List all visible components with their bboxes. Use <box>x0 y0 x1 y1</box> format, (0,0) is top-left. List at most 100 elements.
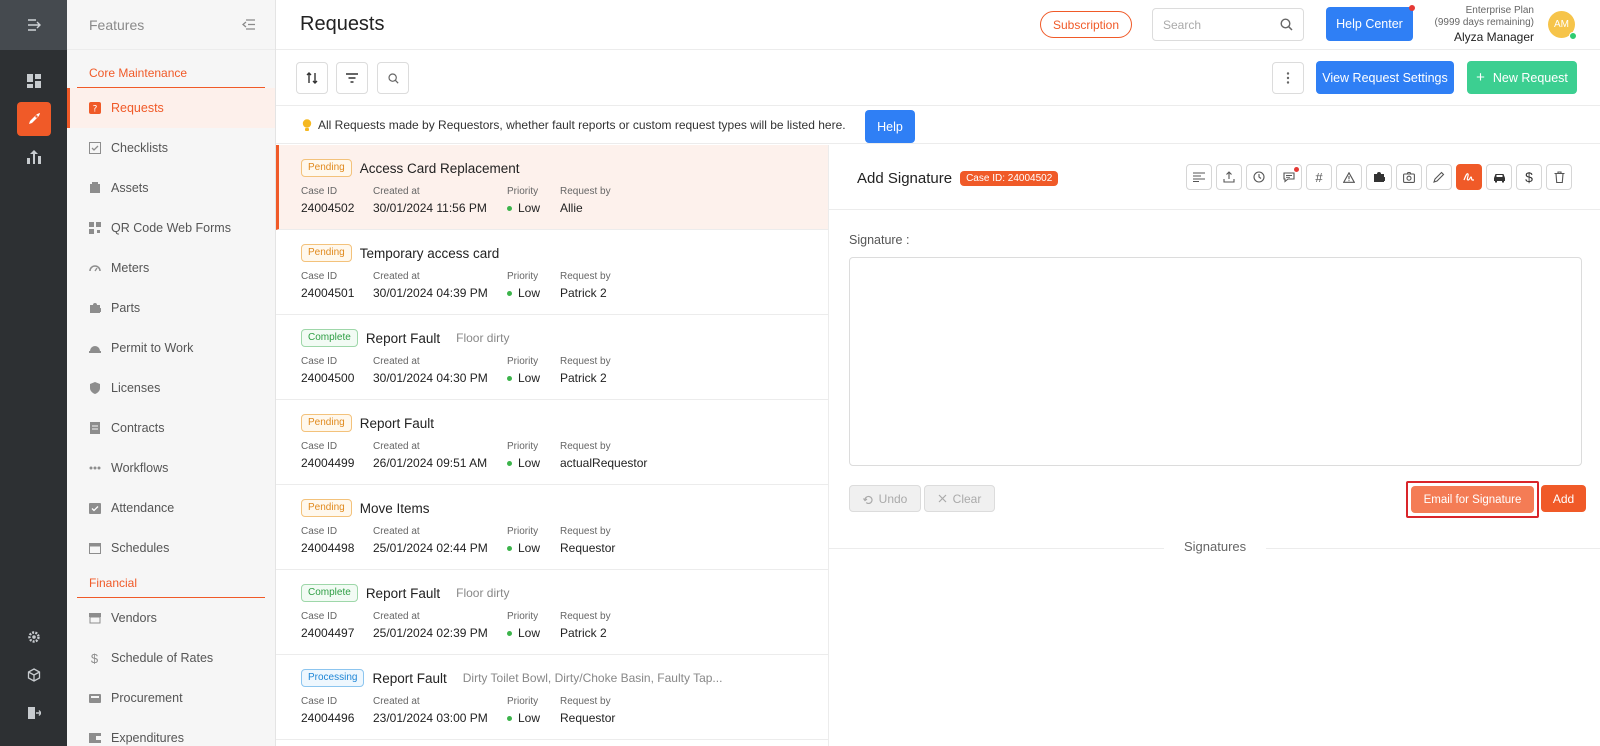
filter-button[interactable] <box>336 62 368 94</box>
request-list-item[interactable]: Pending Report Fault Case ID 24004499 Cr… <box>276 400 828 485</box>
add-signature-button[interactable]: Add <box>1541 485 1586 512</box>
sidebar-item-licenses[interactable]: Licenses <box>67 368 275 408</box>
camera-tab-button[interactable] <box>1396 164 1422 190</box>
request-list-item[interactable]: Complete Report Fault Floor dirty Case I… <box>276 315 828 400</box>
subscription-button[interactable]: Subscription <box>1040 11 1132 38</box>
sidebar-item-requests[interactable]: ? Requests <box>67 88 275 128</box>
priority-value: Low <box>518 711 541 725</box>
info-text-row: All Requests made by Requestors, whether… <box>302 118 846 132</box>
sidebar-item-contracts[interactable]: Contracts <box>67 408 275 448</box>
cube-icon <box>27 668 41 682</box>
page-title: Requests <box>300 13 385 35</box>
help-button[interactable]: Help <box>865 110 915 143</box>
priority-dot <box>507 205 512 211</box>
upload-tab-button[interactable] <box>1216 164 1242 190</box>
plan-info: Enterprise Plan (9999 days remaining) Al… <box>1416 5 1535 45</box>
vehicle-tab-button[interactable] <box>1486 164 1512 190</box>
sort-button[interactable] <box>296 62 328 94</box>
created-at-label: Created at <box>373 356 420 367</box>
search-input[interactable]: Search <box>1152 8 1304 41</box>
sidebar-section-core-maintenance: Core Maintenance <box>77 60 265 88</box>
pencil-icon <box>1433 171 1445 183</box>
shield-icon <box>88 382 101 395</box>
signature-tab-button[interactable] <box>1456 164 1482 190</box>
sidebar-item-parts[interactable]: Parts <box>67 288 275 328</box>
clear-button[interactable]: Clear <box>924 485 995 512</box>
priority-field: Priority Low <box>507 611 560 640</box>
sidebar-item-attendance[interactable]: Attendance <box>67 488 275 528</box>
email-for-signature-button[interactable]: Email for Signature <box>1411 486 1534 513</box>
priority-field: Priority Low <box>507 441 560 470</box>
sidebar-item-assets[interactable]: Assets <box>67 168 275 208</box>
created-at-field: Created at 30/01/2024 04:39 PM <box>373 271 507 300</box>
created-at-value: 30/01/2024 04:30 PM <box>373 371 488 385</box>
request-fields: Case ID 24004496 Created at 23/01/2024 0… <box>301 696 680 725</box>
created-at-field: Created at 25/01/2024 02:44 PM <box>373 526 507 555</box>
request-by-label: Request by <box>560 441 611 452</box>
faults-tab-button[interactable] <box>1336 164 1362 190</box>
request-tags: Floor dirty <box>456 586 510 600</box>
sidebar-item-qr-code-web-forms[interactable]: QR Code Web Forms <box>67 208 275 248</box>
sidebar-item-vendors[interactable]: Vendors <box>67 598 275 638</box>
case-id-value: 24004498 <box>301 541 355 555</box>
help-center-button[interactable]: Help Center <box>1326 5 1415 41</box>
priority-value: Low <box>518 456 541 470</box>
created-at-value: 25/01/2024 02:44 PM <box>373 541 488 555</box>
sidebar-item-permit-to-work[interactable]: Permit to Work <box>67 328 275 368</box>
svg-text:?: ? <box>92 105 97 115</box>
avatar[interactable]: AM <box>1548 11 1577 40</box>
sidebar-item-checklists[interactable]: Checklists <box>67 128 275 168</box>
rocket-icon <box>26 111 42 127</box>
sidebar-item-schedule-of-rates[interactable]: $ Schedule of Rates <box>67 638 275 678</box>
view-request-settings-button[interactable]: View Request Settings <box>1316 61 1454 94</box>
edit-tab-button[interactable] <box>1426 164 1452 190</box>
priority-field: Priority Low <box>507 526 560 555</box>
parts-tab-button[interactable] <box>1366 164 1392 190</box>
rail-analytics-button[interactable] <box>17 140 51 174</box>
sidebar-item-procurement[interactable]: Procurement <box>67 678 275 718</box>
status-badge: Complete <box>301 584 358 602</box>
request-list-item[interactable]: Complete Report Fault Floor dirty Case I… <box>276 570 828 655</box>
request-list-item[interactable]: Pending Move Items Case ID 24004498 Crea… <box>276 485 828 570</box>
sidebar-item-label: Licenses <box>111 381 161 395</box>
created-at-label: Created at <box>373 441 420 452</box>
request-by-field: Request by Allie <box>560 186 680 215</box>
toolbar-search-button[interactable] <box>377 62 409 94</box>
request-by-field: Request by Requestor <box>560 696 680 725</box>
cost-tab-button[interactable]: $ <box>1516 164 1542 190</box>
detail-header: Add Signature Case ID: 24004502 # $ <box>829 145 1600 210</box>
signature-pad[interactable] <box>849 257 1582 466</box>
new-request-button[interactable]: + New Request <box>1467 61 1577 94</box>
request-fields: Case ID 24004498 Created at 25/01/2024 0… <box>301 526 680 555</box>
request-list-item[interactable]: Pending Access Card Replacement Case ID … <box>276 145 828 230</box>
comments-tab-button[interactable] <box>1276 164 1302 190</box>
case-id-label: Case ID <box>301 356 338 367</box>
created-at-label: Created at <box>373 271 420 282</box>
rail-requests-button[interactable] <box>16 102 51 136</box>
request-list-item[interactable]: Pending Temporary access card Case ID 24… <box>276 230 828 315</box>
filter-icon <box>346 73 358 83</box>
request-detail-pane: Add Signature Case ID: 24004502 # $ Sign… <box>829 145 1600 746</box>
sidebar-item-meters[interactable]: Meters <box>67 248 275 288</box>
sort-icon <box>306 72 318 84</box>
request-item-header: Processing Report Fault Dirty Toilet Bow… <box>301 669 722 687</box>
history-tab-button[interactable] <box>1246 164 1272 190</box>
request-tags: Dirty Toilet Bowl, Dirty/Choke Basin, Fa… <box>462 671 723 685</box>
details-tab-button[interactable] <box>1186 164 1212 190</box>
more-options-button[interactable] <box>1272 62 1304 94</box>
delete-button[interactable] <box>1546 164 1572 190</box>
rail-collapse-button[interactable] <box>0 0 67 50</box>
priority-field: Priority Low <box>507 271 560 300</box>
sidebar-item-schedules[interactable]: Schedules <box>67 528 275 568</box>
rail-settings-button[interactable] <box>17 620 51 654</box>
tags-tab-button[interactable]: # <box>1306 164 1332 190</box>
rail-modules-button[interactable] <box>17 658 51 692</box>
sidebar-item-expenditures[interactable]: Expenditures <box>67 718 275 746</box>
undo-button[interactable]: Undo <box>849 485 921 512</box>
created-at-label: Created at <box>373 186 420 197</box>
collapse-sidebar-icon[interactable] <box>242 19 255 30</box>
sidebar-item-workflows[interactable]: Workflows <box>67 448 275 488</box>
rail-logout-button[interactable] <box>17 696 51 730</box>
request-list-item[interactable]: Processing Report Fault Dirty Toilet Bow… <box>276 655 828 740</box>
rail-dashboard-button[interactable] <box>17 64 51 98</box>
